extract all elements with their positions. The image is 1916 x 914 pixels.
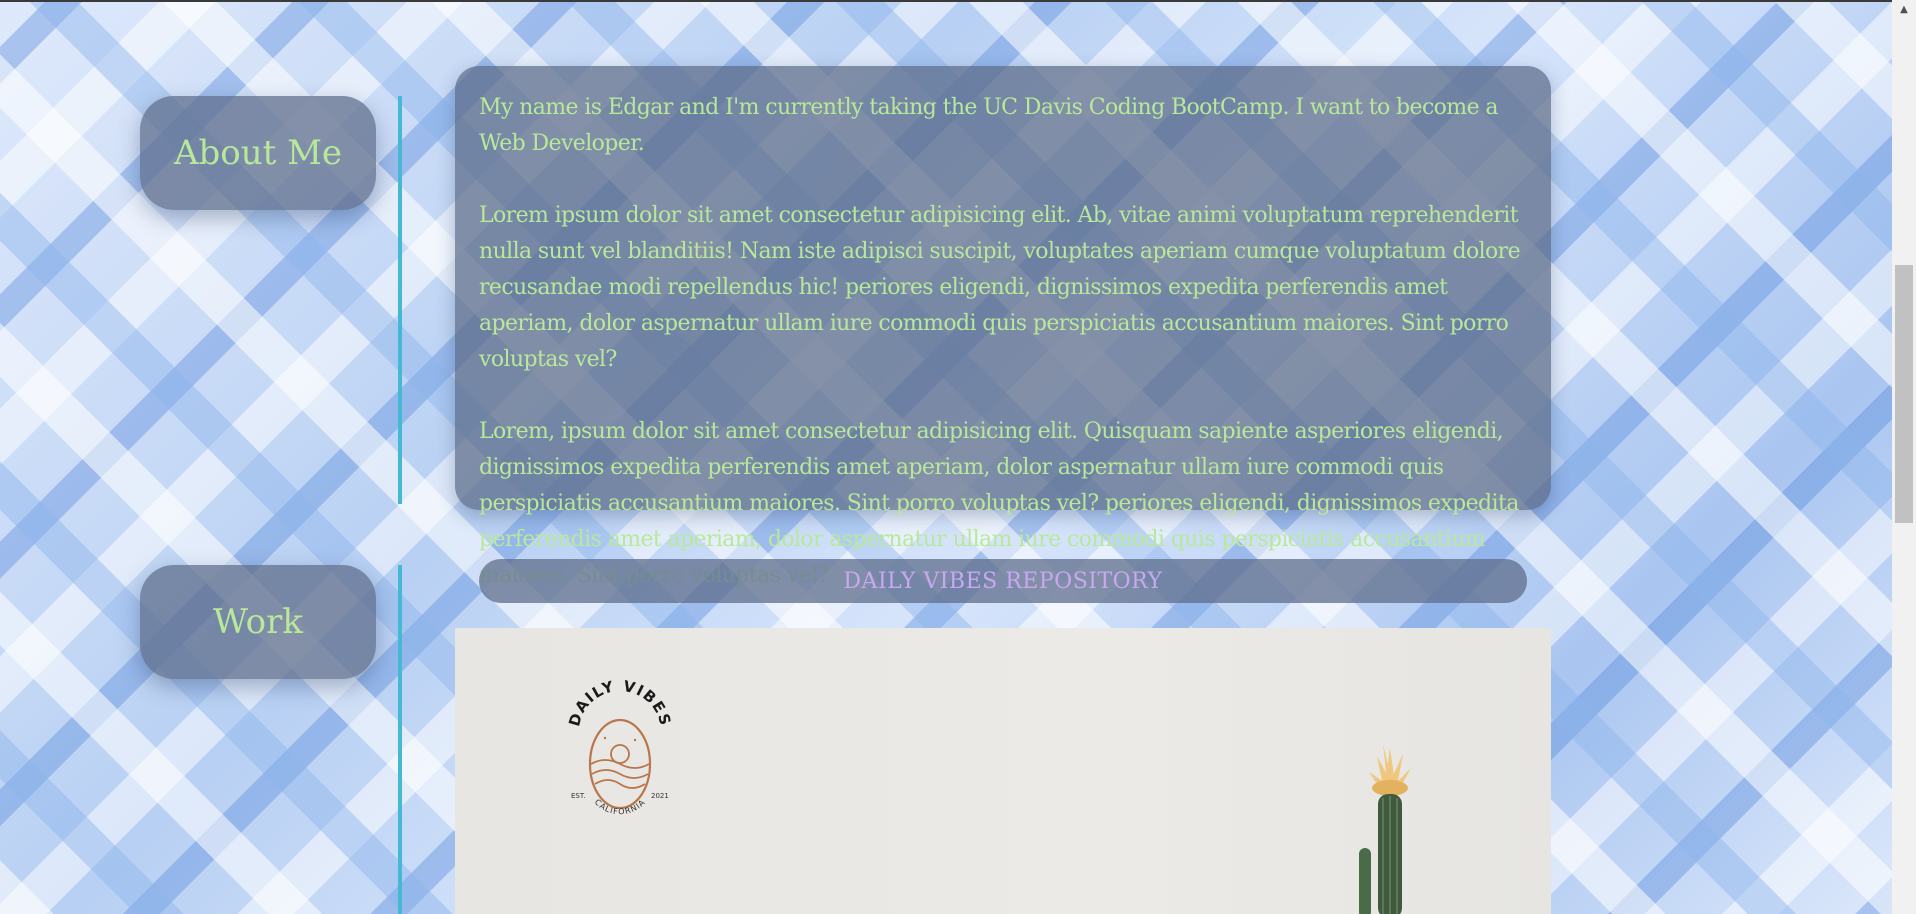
work-heading: Work (140, 565, 376, 679)
daily-vibes-logo: DAILY VIBES EST. 2021 CALIFORNIA (565, 680, 673, 816)
scroll-up-arrow-icon[interactable]: ▲ (1892, 0, 1916, 18)
about-me-card: My name is Edgar and I'm currently takin… (455, 66, 1551, 588)
window-top-border (0, 0, 1892, 2)
project-title-link[interactable]: DAILY VIBES REPOSITORY (479, 559, 1527, 603)
project-screenshot[interactable]: DAILY VIBES EST. 2021 CALIFORNIA (455, 628, 1551, 914)
scrollbar-thumb[interactable] (1895, 265, 1913, 523)
about-divider (398, 96, 402, 504)
logo-est: EST. (571, 792, 586, 800)
cactus-image (1359, 744, 1411, 914)
project-title-text: DAILY VIBES REPOSITORY (843, 568, 1163, 594)
work-label: Work (213, 602, 303, 642)
vertical-scrollbar[interactable]: ▲ (1892, 0, 1916, 914)
about-paragraph: My name is Edgar and I'm currently takin… (479, 95, 1499, 156)
about-paragraph: Lorem ipsum dolor sit amet consectetur a… (479, 203, 1521, 372)
about-me-label: About Me (173, 133, 343, 173)
logo-year: 2021 (651, 792, 669, 800)
about-me-heading: About Me (140, 96, 376, 210)
work-divider (398, 565, 402, 914)
